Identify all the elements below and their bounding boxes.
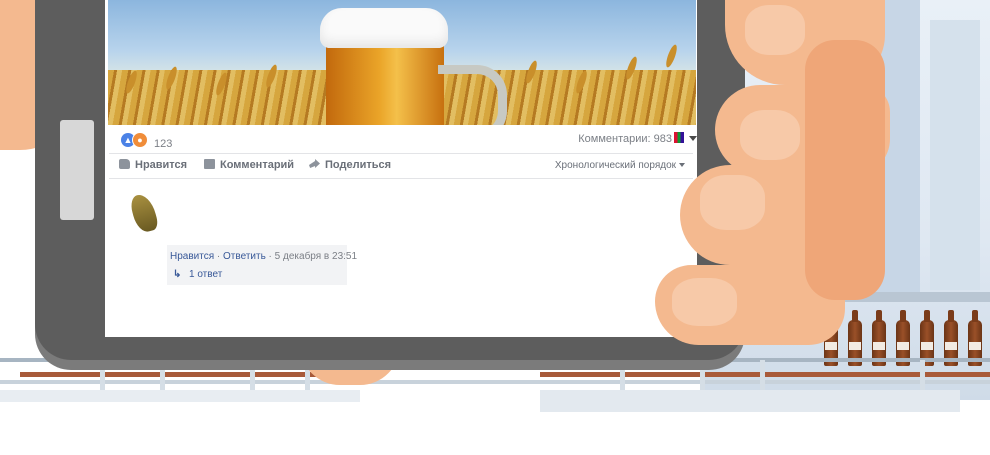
comment-label: Комментарий — [220, 159, 295, 171]
comments-count-label: Комментарии: 983 — [578, 133, 672, 145]
post-image — [108, 0, 696, 125]
divider — [109, 153, 693, 154]
rail-leg — [920, 360, 925, 390]
angry-face-icon: ● — [132, 132, 148, 148]
avatar-image — [128, 191, 160, 235]
right-hand-palm — [805, 40, 885, 300]
fingernail — [672, 278, 737, 326]
reply-arrow-icon: ↳ — [173, 269, 182, 280]
like-label: Нравится — [135, 159, 188, 171]
comment-icon — [204, 159, 215, 169]
mug-handle — [438, 65, 507, 125]
rail-leg — [760, 360, 765, 390]
comment-sort-dropdown[interactable]: Хронологический порядок — [555, 160, 685, 171]
comment-timestamp[interactable]: 5 декабря в 23:51 — [275, 251, 357, 262]
flag-icon — [674, 132, 684, 143]
comment-reply-link[interactable]: Ответить — [223, 251, 266, 262]
fingernail — [740, 110, 800, 160]
rail-leg — [250, 360, 255, 390]
divider — [109, 178, 693, 179]
post-stats: ▲ ● 123 Комментарии: 983 — [117, 130, 697, 152]
rail-leg — [100, 360, 105, 390]
sort-label: Хронологический порядок — [554, 160, 676, 171]
comment-like-link[interactable]: Нравится — [170, 251, 214, 262]
like-button[interactable]: Нравится — [119, 159, 187, 171]
conveyor-strip — [20, 372, 320, 377]
separator: · — [214, 251, 224, 262]
share-button[interactable]: Поделиться — [309, 159, 391, 171]
floor-shadow — [540, 390, 960, 412]
scene: ▲ ● 123 Комментарии: 983 Нравится Коммен… — [0, 0, 990, 455]
wheat-head — [664, 43, 679, 69]
beer-foam — [320, 8, 448, 48]
rail-leg — [700, 360, 705, 390]
commenter-avatar[interactable] — [123, 191, 163, 236]
floor-shadow — [0, 390, 360, 402]
rail-leg — [620, 360, 625, 390]
comments-count[interactable]: Комментарии: 983 — [578, 132, 697, 145]
view-replies-link[interactable]: ↳ 1 ответ — [173, 269, 222, 280]
comment-footer: Нравится · Ответить · 5 декабря в 23:51 … — [167, 245, 357, 285]
factory-panel — [930, 20, 980, 290]
phone-screen: ▲ ● 123 Комментарии: 983 Нравится Коммен… — [105, 0, 697, 337]
reaction-count: 123 — [154, 138, 173, 150]
comment-meta: Нравится · Ответить · 5 декабря в 23:51 — [170, 251, 357, 262]
conveyor-rail — [0, 380, 990, 384]
rail-leg — [160, 360, 165, 390]
comment-button[interactable]: Комментарий — [204, 159, 294, 171]
phone-home-button — [60, 120, 94, 220]
fingernail — [700, 175, 765, 230]
separator: · — [265, 251, 275, 262]
fingernail — [745, 5, 805, 55]
post-actions: Нравится Комментарий Поделиться Хронолог… — [119, 158, 697, 176]
share-icon — [309, 159, 320, 168]
thumbs-up-icon — [119, 159, 130, 169]
replies-count: 1 ответ — [189, 269, 223, 280]
caret-down-icon[interactable] — [689, 136, 697, 141]
share-label: Поделиться — [325, 159, 392, 171]
caret-down-icon — [679, 163, 685, 167]
